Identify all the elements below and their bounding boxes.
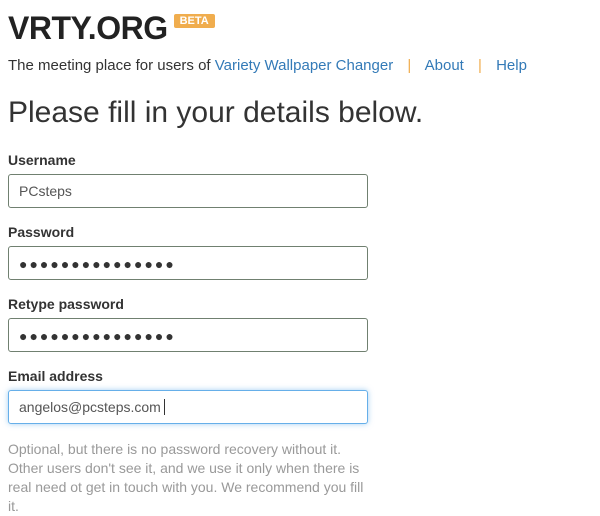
password-input[interactable]: ●●●●●●●●●●●●●●●: [8, 246, 368, 280]
nav-about[interactable]: About: [425, 57, 464, 74]
email-value: angelos@pcsteps.com: [19, 399, 161, 415]
username-input[interactable]: [8, 174, 368, 208]
page-title: Please fill in your details below.: [8, 96, 592, 130]
nav-separator: |: [397, 57, 421, 74]
field-password: Password ●●●●●●●●●●●●●●●: [8, 224, 368, 280]
tagline-row: The meeting place for users of Variety W…: [8, 57, 592, 74]
field-username: Username: [8, 152, 368, 208]
field-retype-password: Retype password ●●●●●●●●●●●●●●●: [8, 296, 368, 352]
nav-help[interactable]: Help: [496, 57, 527, 74]
username-label: Username: [8, 152, 368, 168]
field-email: Email address angelos@pcsteps.com: [8, 368, 368, 424]
site-name: VRTY.ORG: [8, 10, 168, 47]
email-label: Email address: [8, 368, 368, 384]
beta-badge: BETA: [174, 14, 215, 28]
text-caret-icon: [160, 399, 165, 415]
email-help-text: Optional, but there is no password recov…: [8, 440, 368, 516]
site-header: VRTY.ORG BETA: [8, 10, 592, 47]
retype-password-input[interactable]: ●●●●●●●●●●●●●●●: [8, 318, 368, 352]
tagline-prefix: The meeting place for users of: [8, 57, 215, 74]
nav-separator: |: [468, 57, 492, 74]
retype-password-label: Retype password: [8, 296, 368, 312]
password-label: Password: [8, 224, 368, 240]
email-input[interactable]: angelos@pcsteps.com: [8, 390, 368, 424]
app-link[interactable]: Variety Wallpaper Changer: [215, 57, 393, 74]
